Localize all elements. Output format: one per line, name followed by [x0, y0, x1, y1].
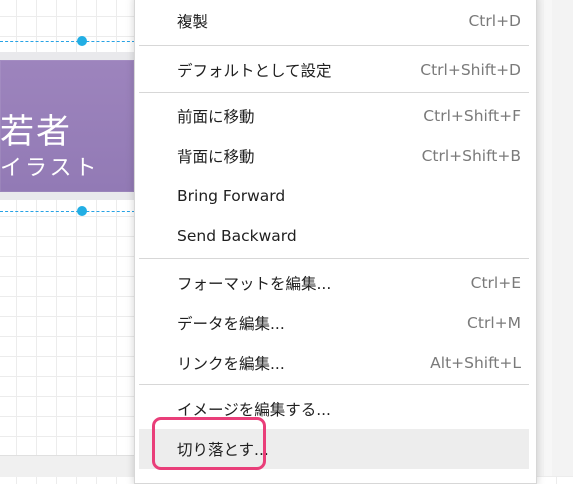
menu-item-bring-to-front[interactable]: 前面に移動 Ctrl+Shift+F — [139, 96, 529, 136]
canvas-bottom-bar — [0, 455, 140, 477]
selection-top-edge — [0, 41, 135, 42]
menu-item-label: 前面に移動 — [177, 108, 255, 126]
menu-item-label: データを編集... — [177, 315, 285, 333]
menu-item-label: 背面に移動 — [177, 148, 255, 166]
menu-item-shortcut: Ctrl+Shift+F — [423, 107, 521, 125]
menu-item-label: 複製 — [177, 13, 209, 31]
menu-item-label: フォーマットを編集... — [177, 275, 332, 293]
menu-item-shortcut: Ctrl+Shift+B — [421, 147, 521, 165]
menu-item-shortcut: Ctrl+M — [467, 314, 521, 332]
image-text-subtitle: イラスト — [0, 156, 100, 181]
menu-separator — [139, 45, 529, 46]
menu-item-shortcut: Ctrl+D — [468, 12, 521, 30]
menu-item-duplicate[interactable]: 複製 Ctrl+D — [139, 1, 529, 41]
menu-item-shortcut: Ctrl+E — [470, 274, 521, 292]
menu-item-bring-forward[interactable]: Bring Forward — [139, 176, 529, 216]
selection-handle-top[interactable] — [77, 36, 87, 46]
right-panel-strip — [537, 0, 573, 476]
menu-item-shortcut: Alt+Shift+L — [430, 354, 521, 372]
menu-separator — [139, 92, 529, 93]
menu-separator — [139, 384, 529, 385]
canvas-image[interactable]: 若者 イラスト — [0, 42, 134, 210]
menu-item-send-to-back[interactable]: 背面に移動 Ctrl+Shift+B — [139, 136, 529, 176]
vertical-scrollbar[interactable] — [544, 0, 552, 476]
image-ribbon: 若者 イラスト — [0, 60, 134, 192]
selection-bottom-edge — [0, 211, 135, 212]
image-text-title: 若者 — [0, 112, 72, 152]
menu-item-send-backward[interactable]: Send Backward — [139, 216, 529, 256]
menu-item-shortcut: Ctrl+Shift+D — [420, 61, 521, 79]
menu-item-edit-link[interactable]: リンクを編集... Alt+Shift+L — [139, 343, 529, 383]
menu-separator — [139, 258, 529, 259]
menu-item-edit-format[interactable]: フォーマットを編集... Ctrl+E — [139, 263, 529, 303]
context-menu: 複製 Ctrl+D デフォルトとして設定 Ctrl+Shift+D 前面に移動 … — [134, 0, 537, 484]
menu-item-label: デフォルトとして設定 — [177, 62, 332, 80]
menu-item-edit-data[interactable]: データを編集... Ctrl+M — [139, 303, 529, 343]
selection-handle-bottom[interactable] — [77, 206, 87, 216]
menu-item-label: Bring Forward — [177, 187, 286, 205]
menu-item-label: Send Backward — [177, 227, 297, 245]
menu-item-set-as-default[interactable]: デフォルトとして設定 Ctrl+Shift+D — [139, 50, 529, 90]
menu-item-label: リンクを編集... — [177, 355, 285, 373]
crop-highlight-annotation — [152, 417, 266, 470]
